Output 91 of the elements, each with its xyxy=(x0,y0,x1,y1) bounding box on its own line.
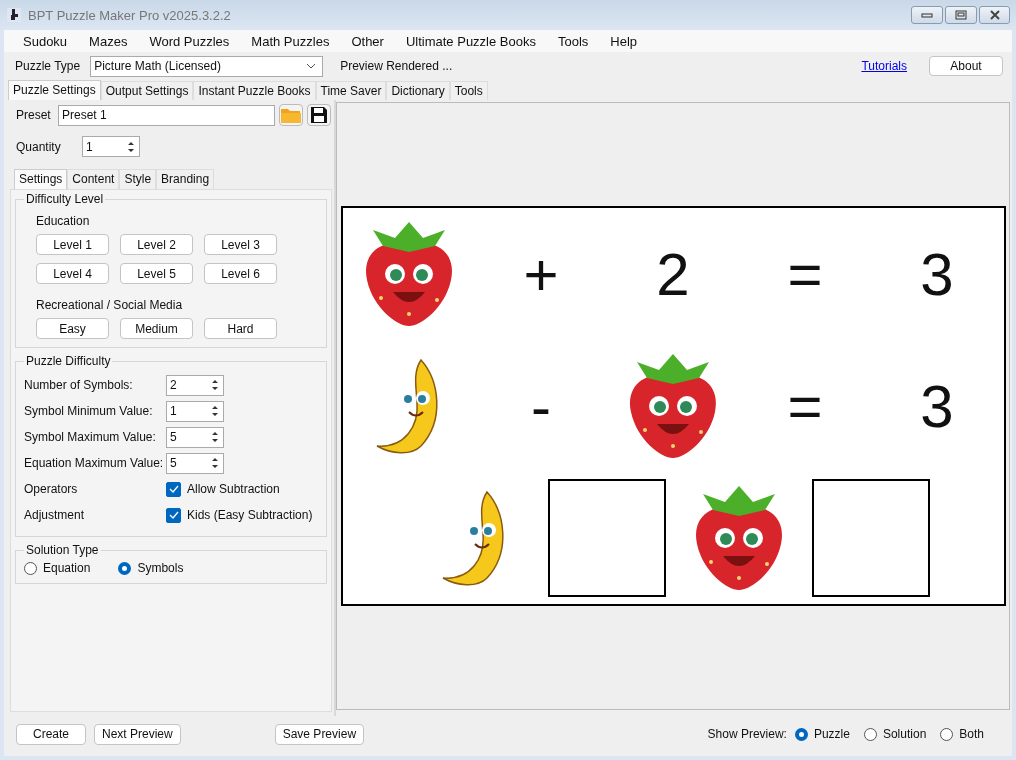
difficulty-button[interactable]: Easy xyxy=(36,318,109,339)
menu-item[interactable]: Other xyxy=(340,33,395,49)
group-title: Puzzle Difficulty xyxy=(25,354,112,368)
difficulty-button[interactable]: Hard xyxy=(204,318,277,339)
level-button[interactable]: Level 3 xyxy=(204,234,277,255)
setting-label: Operators xyxy=(24,482,79,496)
radio-label: Solution xyxy=(882,727,927,741)
checkbox[interactable] xyxy=(166,507,181,523)
quantity-label: Quantity xyxy=(16,139,62,154)
action-button[interactable]: Create xyxy=(16,723,86,745)
menu-item[interactable]: Mazes xyxy=(78,33,139,49)
radio-label: Equation xyxy=(43,561,91,575)
minimize-icon xyxy=(921,11,933,19)
tab[interactable]: Style xyxy=(119,169,157,189)
chevron-down-icon xyxy=(306,63,317,69)
math-symbol: - xyxy=(531,371,551,441)
folder-icon xyxy=(280,106,302,124)
math-symbol: = xyxy=(787,371,823,441)
window-title: BPT Puzzle Maker Pro v2025.3.2.2 xyxy=(28,7,231,23)
close-icon xyxy=(988,10,1001,20)
radio-label: Symbols xyxy=(137,561,184,575)
spinner-arrows-icon xyxy=(210,456,220,470)
math-symbol: = xyxy=(787,239,823,309)
number-spinner[interactable]: 1 xyxy=(166,400,224,422)
spinner-arrows-icon xyxy=(210,430,220,444)
tab[interactable]: Tools xyxy=(449,81,488,100)
tab[interactable]: Time Saver xyxy=(315,81,387,100)
checkbox-label: Allow Subtraction xyxy=(187,482,280,496)
radio-label: Puzzle xyxy=(813,727,850,741)
checkbox-label: Kids (Easy Subtraction) xyxy=(187,508,313,522)
puzzle-type-label: Puzzle Type xyxy=(15,59,81,73)
save-preview-button[interactable]: Save Preview xyxy=(274,723,365,745)
tab[interactable]: Puzzle Settings xyxy=(8,80,101,100)
tab[interactable]: Settings xyxy=(14,169,68,189)
math-symbol: 3 xyxy=(920,371,954,441)
radio-button[interactable] xyxy=(24,561,37,575)
menu-item[interactable]: Word Puzzles xyxy=(138,33,241,49)
setting-label: Number of Symbols: xyxy=(24,378,134,392)
radio-button[interactable] xyxy=(118,561,132,575)
tutorials-link[interactable]: Tutorials xyxy=(861,59,907,73)
maximize-icon xyxy=(955,10,967,20)
menu-item[interactable]: Math Puzzles xyxy=(240,33,341,49)
preset-label: Preset xyxy=(16,108,52,122)
math-symbol: + xyxy=(523,239,559,309)
menu-item[interactable]: Tools xyxy=(547,33,600,49)
level-button[interactable]: Level 6 xyxy=(204,263,277,284)
radio-button[interactable] xyxy=(794,727,808,741)
close-button[interactable] xyxy=(979,6,1010,24)
spinner-arrows-icon xyxy=(210,404,220,418)
setting-label: Symbol Maximum Value: xyxy=(24,430,157,444)
action-button[interactable]: Next Preview xyxy=(94,723,181,745)
radio-button[interactable] xyxy=(863,727,877,741)
difficulty-button[interactable]: Medium xyxy=(120,318,193,339)
group-title: Difficulty Level xyxy=(25,192,105,206)
math-symbol: 3 xyxy=(920,239,954,309)
spinner-arrows-icon xyxy=(210,378,220,392)
about-button[interactable]: About xyxy=(929,56,1003,76)
setting-label: Adjustment xyxy=(24,508,86,522)
level-button[interactable]: Level 2 xyxy=(120,234,193,255)
level-button[interactable]: Level 5 xyxy=(120,263,193,284)
tab[interactable]: Output Settings xyxy=(100,81,194,100)
menu-item[interactable]: Help xyxy=(599,33,649,49)
menu-item[interactable]: Sudoku xyxy=(12,33,79,49)
quantity-spinner[interactable]: 1 xyxy=(82,136,140,157)
tab[interactable]: Content xyxy=(67,169,120,189)
group-title: Solution Type xyxy=(25,543,100,557)
show-preview-label: Show Preview: xyxy=(707,727,787,741)
number-spinner[interactable]: 2 xyxy=(166,374,224,396)
number-spinner[interactable]: 5 xyxy=(166,452,224,474)
setting-label: Symbol Minimum Value: xyxy=(24,404,154,418)
puzzle-type-dropdown[interactable]: Picture Math (Licensed) xyxy=(90,55,324,77)
status-text: Preview Rendered ... xyxy=(340,59,453,73)
level-button[interactable]: Level 4 xyxy=(36,263,109,284)
checkbox[interactable] xyxy=(166,481,181,497)
section-label: Recreational / Social Media xyxy=(36,298,184,312)
tab[interactable]: Dictionary xyxy=(386,81,450,100)
spinner-arrows-icon xyxy=(126,139,136,154)
section-label: Education xyxy=(36,214,91,228)
math-symbol: 2 xyxy=(656,239,690,309)
menu-item[interactable]: Ultimate Puzzle Books xyxy=(394,33,547,49)
tab[interactable]: Branding xyxy=(156,169,215,189)
minimize-button[interactable] xyxy=(911,6,943,24)
tab[interactable]: Instant Puzzle Books xyxy=(193,81,316,100)
radio-button[interactable] xyxy=(940,727,954,741)
save-button[interactable] xyxy=(307,104,331,126)
preset-field[interactable]: Preset 1 xyxy=(58,104,275,126)
app-logo-icon xyxy=(6,7,22,23)
setting-label: Equation Maximum Value: xyxy=(24,456,165,470)
level-button[interactable]: Level 1 xyxy=(36,234,109,255)
radio-label: Both xyxy=(959,727,984,741)
number-spinner[interactable]: 5 xyxy=(166,426,224,448)
